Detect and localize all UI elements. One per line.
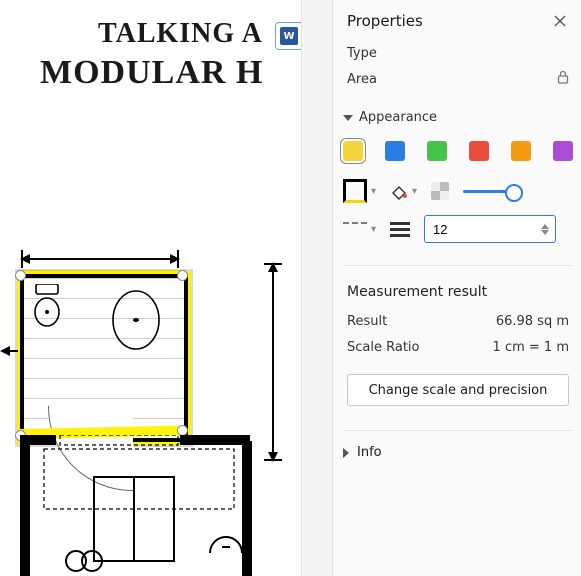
chevron-down-icon: ▾ — [371, 186, 376, 197]
line-style-picker[interactable]: ▾ — [343, 222, 376, 236]
floor-plan — [0, 230, 301, 576]
info-label: Info — [357, 445, 382, 460]
sink-fixture — [110, 288, 162, 352]
line-endings-picker[interactable] — [390, 222, 410, 237]
result-value: 66.98 sq m — [496, 314, 569, 329]
slider-thumb[interactable] — [505, 184, 523, 202]
fill-color-picker[interactable]: ▾ — [390, 184, 417, 198]
step-down-button[interactable] — [541, 230, 549, 235]
appearance-section-toggle[interactable]: Appearance — [333, 92, 581, 133]
document-canvas[interactable]: TALKING A MODULAR H W — [0, 0, 301, 576]
panel-title: Properties — [347, 12, 423, 30]
swatch-orange[interactable] — [511, 141, 531, 161]
change-scale-button[interactable]: Change scale and precision — [347, 374, 569, 406]
swatch-red[interactable] — [469, 141, 489, 161]
scale-label: Scale Ratio — [347, 340, 419, 355]
swatch-purple[interactable] — [553, 141, 573, 161]
measurement-heading: Measurement result — [347, 284, 569, 300]
area-label: Area — [347, 72, 377, 87]
color-swatches — [333, 133, 581, 173]
step-up-button[interactable] — [541, 224, 549, 229]
result-label: Result — [347, 314, 387, 329]
dashed-line-icon — [343, 222, 367, 236]
type-label: Type — [347, 46, 377, 61]
word-icon: W — [280, 27, 298, 45]
doc-title-line2: MODULAR H — [40, 54, 263, 92]
stroke-icon — [343, 179, 367, 203]
doc-title-line1: TALKING A — [98, 18, 263, 50]
dimension-arrow-left — [0, 340, 18, 362]
toilet-fixture — [32, 284, 62, 328]
floor-plan-lower — [20, 435, 280, 575]
properties-panel: Properties Type Area Appearance — [333, 0, 581, 576]
info-section-toggle[interactable]: Info — [333, 437, 581, 468]
gutter[interactable] — [301, 0, 333, 576]
swatch-blue[interactable] — [385, 141, 405, 161]
line-endings-icon — [390, 222, 410, 237]
chevron-down-icon — [343, 115, 353, 121]
appearance-label: Appearance — [359, 110, 437, 125]
lock-icon[interactable] — [557, 70, 569, 88]
swatch-yellow[interactable] — [343, 141, 363, 161]
word-app-badge[interactable]: W — [275, 22, 301, 50]
close-panel-button[interactable] — [551, 12, 569, 30]
chevron-right-icon — [343, 448, 349, 458]
opacity-picker[interactable] — [431, 182, 449, 200]
stroke-width-field[interactable] — [424, 215, 556, 243]
chevron-down-icon: ▾ — [412, 186, 417, 197]
divider — [343, 430, 573, 431]
opacity-slider[interactable] — [463, 182, 523, 200]
swatch-green[interactable] — [427, 141, 447, 161]
divider — [343, 265, 573, 266]
chevron-down-icon: ▾ — [371, 224, 376, 235]
selection-handle[interactable] — [15, 270, 26, 281]
selection-handle[interactable] — [177, 270, 188, 281]
stroke-width-input[interactable] — [431, 221, 517, 238]
fill-bucket-icon — [390, 184, 408, 198]
stroke-color-picker[interactable]: ▾ — [343, 179, 376, 203]
opacity-icon — [431, 182, 449, 200]
scale-value: 1 cm = 1 m — [493, 340, 569, 355]
